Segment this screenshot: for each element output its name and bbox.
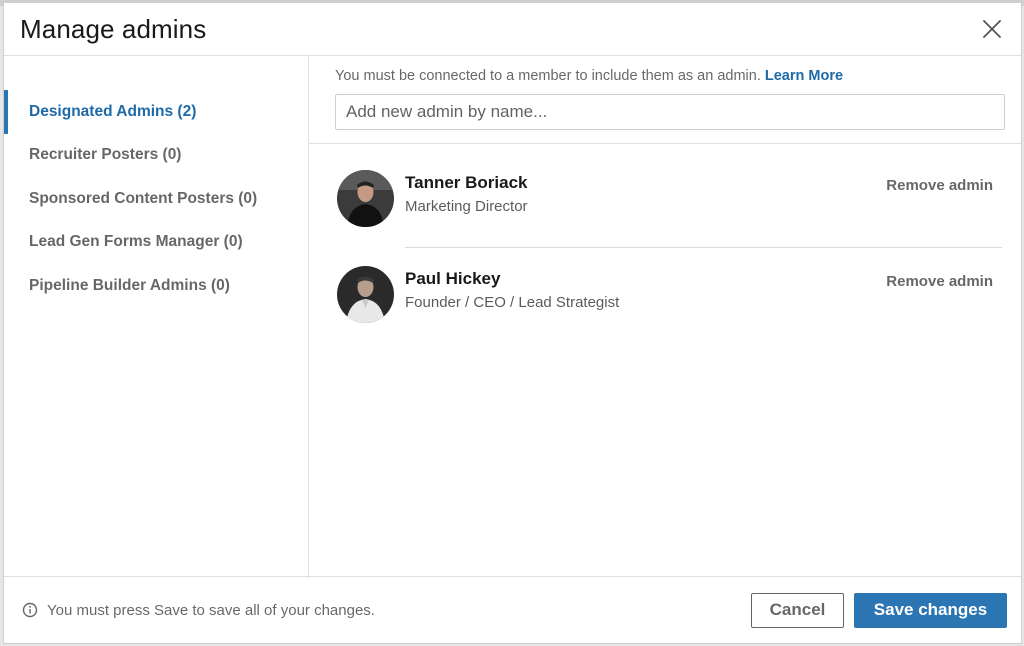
admin-row: Paul Hickey Founder / CEO / Lead Strateg… <box>337 266 1003 326</box>
avatar <box>337 266 394 323</box>
sidebar-nav: Designated Admins (2) Recruiter Posters … <box>4 56 309 578</box>
sidebar-item-lead-gen-forms-manager[interactable]: Lead Gen Forms Manager (0) <box>4 221 308 265</box>
sidebar-item-sponsored-content-posters[interactable]: Sponsored Content Posters (0) <box>4 177 308 221</box>
add-admin-section: You must be connected to a member to inc… <box>309 56 1021 144</box>
sidebar-item-pipeline-builder-admins[interactable]: Pipeline Builder Admins (0) <box>4 264 308 308</box>
admin-row: Tanner Boriack Marketing Director Remove… <box>337 170 1003 230</box>
admin-role: Marketing Director <box>405 198 528 215</box>
remove-admin-button[interactable]: Remove admin <box>886 273 993 290</box>
learn-more-link[interactable]: Learn More <box>765 68 843 84</box>
admin-name: Tanner Boriack <box>405 173 528 192</box>
modal-body: Designated Admins (2) Recruiter Posters … <box>4 56 1021 578</box>
avatar <box>337 170 394 227</box>
modal-header: Manage admins <box>4 3 1021 56</box>
divider <box>405 247 1002 248</box>
save-reminder-text: You must press Save to save all of your … <box>47 601 375 619</box>
add-admin-input[interactable] <box>335 94 1005 130</box>
cancel-button[interactable]: Cancel <box>751 592 844 628</box>
save-reminder: You must press Save to save all of your … <box>22 602 375 619</box>
connection-notice: You must be connected to a member to inc… <box>335 68 1005 84</box>
sidebar-item-designated-admins[interactable]: Designated Admins (2) <box>4 90 308 134</box>
modal-footer: You must press Save to save all of your … <box>4 576 1021 643</box>
manage-admins-modal: Manage admins Designated Admins (2) Recr… <box>3 2 1022 644</box>
close-icon <box>983 20 1001 38</box>
admins-panel: You must be connected to a member to inc… <box>309 56 1021 578</box>
save-changes-button[interactable]: Save changes <box>854 592 1007 628</box>
admin-role: Founder / CEO / Lead Strategist <box>405 294 620 311</box>
connection-notice-text: You must be connected to a member to inc… <box>335 68 761 84</box>
close-button[interactable] <box>977 14 1007 44</box>
modal-title: Manage admins <box>20 13 207 44</box>
admin-name: Paul Hickey <box>405 269 501 288</box>
sidebar-item-recruiter-posters[interactable]: Recruiter Posters (0) <box>4 134 308 178</box>
info-icon <box>22 602 38 618</box>
remove-admin-button[interactable]: Remove admin <box>886 177 993 194</box>
